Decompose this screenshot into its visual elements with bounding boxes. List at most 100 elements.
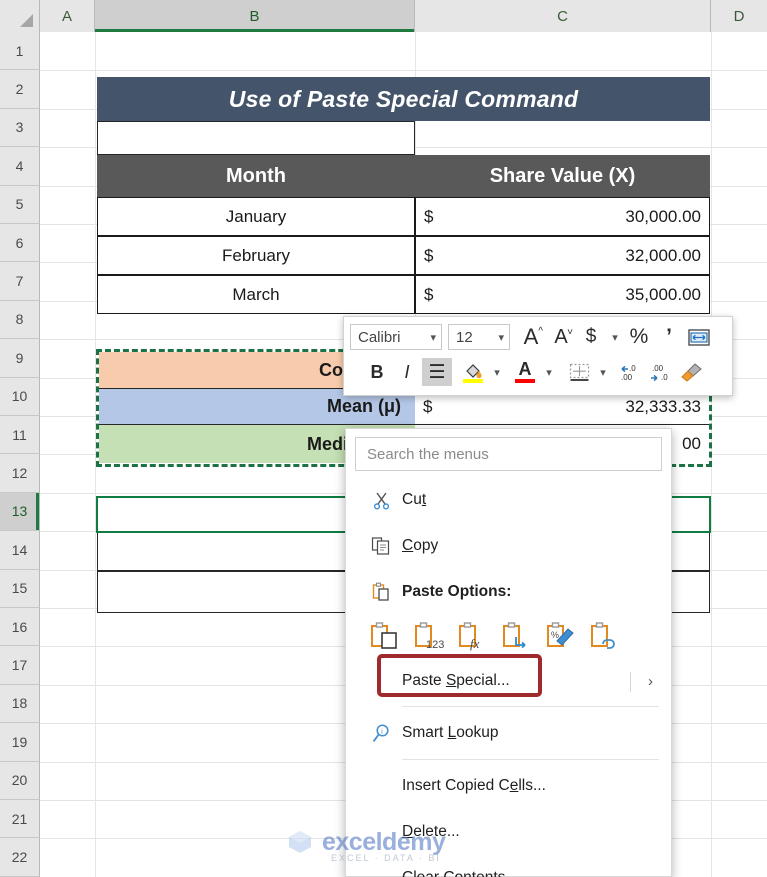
row-header-10[interactable]: 10 — [0, 377, 40, 416]
row-header-label: 1 — [15, 42, 24, 59]
table-row[interactable]: $ 32,000.00 — [415, 236, 710, 275]
chevron-down-icon[interactable]: ▾ — [606, 323, 624, 351]
context-menu-item-insert-copied-cells[interactable]: Insert Copied Cells... — [346, 763, 671, 809]
accounting-format-icon[interactable]: $ — [576, 323, 606, 351]
row-header-16[interactable]: 16 — [0, 608, 40, 647]
chevron-down-icon[interactable]: ▾ — [488, 358, 506, 386]
column-header-c[interactable]: C — [415, 0, 711, 32]
column-header-d[interactable]: D — [711, 0, 767, 32]
watermark-tagline: EXCEL · DATA · BI — [331, 853, 441, 863]
mini-format-toolbar[interactable]: Calibri ▾ 12 ▾ A ^ A ˅ $ ▾ % ’ B I ☰ ▾ A… — [343, 316, 733, 396]
context-menu-item-copy[interactable]: Copy — [346, 523, 671, 569]
gridline — [711, 32, 712, 877]
title-banner[interactable]: Use of Paste Special Command — [97, 77, 710, 121]
exceldemy-watermark: exceldemy EXCEL · DATA · BI — [285, 827, 446, 863]
context-menu-item-smart-lookup[interactable]: i Smart Lookup — [346, 710, 671, 756]
table-row[interactable]: March — [97, 275, 415, 314]
row-header-label: 6 — [15, 234, 24, 251]
context-menu-item-smart-lookup-label: Smart Lookup — [402, 724, 499, 741]
percent-style-icon[interactable]: % — [624, 323, 654, 351]
comma-style-icon[interactable]: ’ — [654, 323, 684, 351]
paste-formatting-icon[interactable]: % — [544, 619, 578, 653]
scissors-icon — [360, 491, 402, 510]
column-header-a[interactable]: A — [40, 0, 95, 32]
mean-value: 32,333.33 — [625, 396, 701, 416]
cell-b3[interactable] — [97, 121, 415, 155]
share-value: 30,000.00 — [625, 206, 701, 226]
italic-icon[interactable]: I — [392, 358, 422, 386]
merge-center-glyph — [688, 328, 710, 346]
row-header-6[interactable]: 6 — [0, 224, 40, 263]
table-row[interactable]: $ 30,000.00 — [415, 197, 710, 236]
paste-link-icon[interactable] — [588, 619, 622, 653]
row-header-7[interactable]: 7 — [0, 262, 40, 301]
row-header-18[interactable]: 18 — [0, 684, 40, 724]
decrease-decimal-glyph: .0 .00 — [621, 364, 636, 382]
context-menu-item-clear-contents-label: Clear Contents — [402, 869, 505, 877]
row-header-19[interactable]: 19 — [0, 723, 40, 762]
select-all-corner[interactable] — [0, 0, 40, 32]
font-color-icon[interactable]: A — [510, 358, 540, 386]
increase-decimal-icon[interactable]: .00 .0 — [646, 358, 676, 386]
merge-and-center-icon[interactable] — [684, 323, 714, 351]
context-menu[interactable]: Search the menus Cut Copy Paste Options:… — [345, 428, 672, 877]
table-header-month[interactable]: Month — [97, 155, 415, 197]
svg-text:fx: fx — [470, 636, 480, 651]
row-header-11[interactable]: 11 — [0, 416, 40, 455]
fill-color-icon[interactable] — [458, 358, 488, 386]
search-the-menus-input[interactable]: Search the menus — [355, 437, 662, 471]
row-header-13[interactable]: 13 — [0, 492, 40, 532]
paste-values-icon[interactable]: 123 — [412, 619, 446, 653]
row-header-label: 2 — [15, 81, 24, 98]
scissors-glyph — [373, 492, 389, 510]
table-header-share-value[interactable]: Share Value (X) — [415, 155, 710, 197]
row-header-label: 5 — [15, 196, 24, 213]
borders-icon[interactable] — [564, 358, 594, 386]
exceldemy-logo-icon — [289, 831, 311, 853]
row-header-14[interactable]: 14 — [0, 531, 40, 570]
context-menu-item-cut[interactable]: Cut — [346, 477, 671, 523]
row-header-4[interactable]: 4 — [0, 147, 40, 186]
svg-text:.0: .0 — [661, 373, 668, 382]
font-size-combo[interactable]: 12 ▾ — [448, 324, 510, 350]
row-header-12[interactable]: 12 — [0, 454, 40, 493]
bold-icon[interactable]: B — [362, 358, 392, 386]
row-header-5[interactable]: 5 — [0, 185, 40, 224]
svg-text:i: i — [381, 727, 383, 735]
row-header-21[interactable]: 21 — [0, 800, 40, 839]
paste-options-row: 123 fx % — [346, 615, 671, 659]
column-header-b[interactable]: B — [95, 0, 415, 32]
chevron-right-icon[interactable]: › — [648, 673, 653, 690]
row-header-label: 14 — [11, 541, 28, 558]
shrink-font-icon[interactable]: A ˅ — [546, 323, 576, 351]
paste-all-icon[interactable] — [368, 619, 402, 653]
row-header-15[interactable]: 15 — [0, 569, 40, 608]
row-header-17[interactable]: 17 — [0, 646, 40, 685]
font-name-combo[interactable]: Calibri ▾ — [350, 324, 442, 350]
context-menu-item-paste-special[interactable]: Paste Special... › — [346, 659, 671, 703]
table-row[interactable]: February — [97, 236, 415, 275]
clipboard-glyph — [372, 582, 389, 601]
submenu-divider — [630, 672, 631, 692]
row-header-label: 18 — [11, 695, 28, 712]
copy-glyph — [371, 537, 390, 555]
chevron-down-icon[interactable]: ▾ — [540, 358, 558, 386]
row-header-9[interactable]: 9 — [0, 339, 40, 378]
row-header-3[interactable]: 3 — [0, 108, 40, 148]
grow-font-icon[interactable]: A ^ — [516, 323, 546, 351]
decrease-decimal-icon[interactable]: .0 .00 — [616, 358, 646, 386]
chevron-down-icon[interactable]: ▾ — [594, 358, 612, 386]
align-center-icon[interactable]: ☰ — [422, 358, 452, 386]
format-painter-icon[interactable] — [676, 358, 706, 386]
table-row[interactable]: $ 35,000.00 — [415, 275, 710, 314]
table-row[interactable]: January — [97, 197, 415, 236]
row-header-label: 8 — [15, 311, 24, 328]
paste-all-glyph — [371, 622, 397, 649]
row-header-20[interactable]: 20 — [0, 761, 40, 800]
paste-transpose-icon[interactable] — [500, 619, 534, 653]
row-header-22[interactable]: 22 — [0, 838, 40, 877]
row-header-1[interactable]: 1 — [0, 32, 40, 71]
row-header-8[interactable]: 8 — [0, 300, 40, 340]
paste-formulas-icon[interactable]: fx — [456, 619, 490, 653]
row-header-2[interactable]: 2 — [0, 70, 40, 109]
